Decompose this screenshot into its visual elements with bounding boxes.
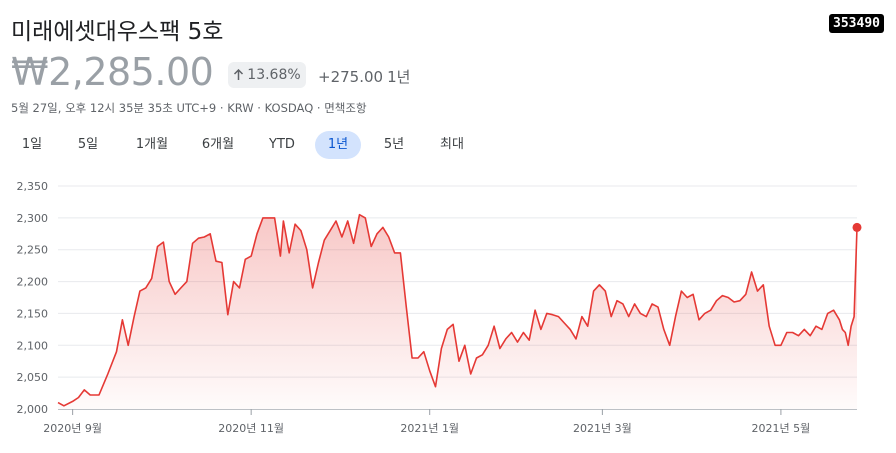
x-axis-ticks: 2020년 9월 2020년 11월 2021년 1월 2021년 3월 2021년 5…: [43, 409, 810, 435]
y-axis-labels: 2,000 2,050 2,100 2,150 2,200 2,250 2,300 2,350: [17, 180, 49, 416]
change-absolute-value: +275.00: [318, 68, 384, 86]
change-absolute: +275.00 1년: [318, 66, 410, 87]
price-area: [58, 214, 857, 409]
stock-name: 미래에셋대우스팩 5호: [11, 19, 224, 45]
tab-6m[interactable]: 6개월: [192, 131, 244, 159]
y-tick-label: 2,300: [17, 212, 49, 225]
y-tick-label: 2,250: [17, 244, 49, 257]
tab-max[interactable]: 최대: [430, 131, 474, 159]
quote-meta: 5월 27일, 오후 12시 35분 35초 UTC+9 · KRW · KOS…: [11, 101, 367, 115]
x-tick-label: 2021년 5월: [752, 422, 811, 435]
y-tick-label: 2,150: [17, 307, 49, 320]
y-tick-label: 2,000: [17, 403, 49, 416]
x-tick-label: 2020년 11월: [218, 422, 284, 435]
x-tick-label: 2021년 3월: [573, 422, 632, 435]
current-price: ₩2,285.00: [11, 50, 214, 94]
y-tick-label: 2,050: [17, 371, 49, 384]
tab-5y[interactable]: 5년: [372, 131, 416, 159]
x-tick-label: 2021년 1월: [400, 422, 459, 435]
tab-1d[interactable]: 1일: [10, 131, 54, 159]
price-chart[interactable]: 2,000 2,050 2,100 2,150 2,200 2,250 2,300 2,350…: [0, 170, 896, 453]
ticker-badge: 353490: [829, 14, 884, 33]
x-tick-label: 2020년 9월: [43, 422, 102, 435]
tab-1y[interactable]: 1년: [315, 131, 361, 159]
y-tick-label: 2,350: [17, 180, 49, 193]
y-tick-label: 2,100: [17, 339, 49, 352]
tab-1m[interactable]: 1개월: [126, 131, 178, 159]
arrow-up-icon: [234, 69, 244, 80]
tab-5d[interactable]: 5일: [66, 131, 110, 159]
tab-ytd[interactable]: YTD: [260, 131, 304, 159]
change-percent: 13.68%: [247, 67, 301, 83]
y-tick-label: 2,200: [17, 276, 49, 289]
change-period: 1년: [387, 68, 411, 86]
last-price-point[interactable]: [852, 222, 862, 232]
change-percent-badge: 13.68%: [228, 62, 306, 88]
